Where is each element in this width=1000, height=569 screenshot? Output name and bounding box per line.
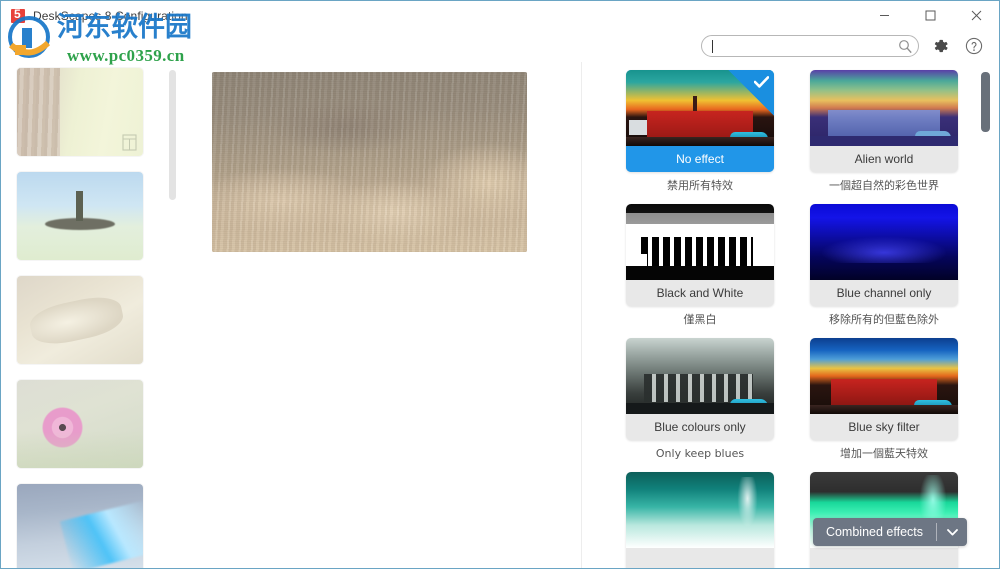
close-icon — [971, 10, 981, 21]
search-icon[interactable] — [896, 39, 914, 54]
wallpaper-thumb-windows-blue-light[interactable] — [17, 484, 143, 568]
combined-effects-label[interactable]: Combined effects — [813, 518, 936, 546]
sand-dune-preview[interactable] — [212, 72, 527, 252]
document-badge-icon — [122, 134, 137, 151]
effects-scrollbar-thumb[interactable] — [981, 72, 990, 132]
effect-cell-blue-sky-filter: Blue sky filter 增加一個藍天特效 — [810, 338, 958, 461]
effect-label: Blue channel only — [810, 280, 958, 306]
effect-tile-blue-channel-only[interactable]: Blue channel only — [810, 204, 958, 306]
deskscapes-icon — [10, 7, 26, 24]
effect-thumbnail-alien-world — [810, 70, 958, 146]
minimize-icon — [879, 15, 889, 16]
effect-label — [626, 548, 774, 568]
gear-icon — [934, 39, 948, 53]
effect-cell-blue-colours-only: Blue colours only Only keep blues — [626, 338, 774, 461]
help-button[interactable] — [961, 33, 987, 59]
wallpaper-thumb-floating-island-tree[interactable] — [17, 172, 143, 260]
effect-thumbnail-blue-colours-only — [626, 338, 774, 414]
effect-description: 僅黑白 — [683, 313, 717, 326]
wallpaper-thumb-pink-daisy[interactable] — [17, 380, 143, 468]
title-bar: DeskScapes 8 Configuration — [1, 1, 999, 30]
minimize-button[interactable] — [861, 1, 907, 30]
effect-description: 一個超自然的彩色世界 — [829, 179, 939, 192]
main-body: No effect 禁用所有特效 Alien world 一個超自然的彩色世界 — [1, 62, 999, 568]
effects-panel: No effect 禁用所有特效 Alien world 一個超自然的彩色世界 — [582, 62, 999, 568]
sidebar-scrollbar-thumb[interactable] — [169, 70, 176, 200]
preview-pane — [184, 62, 582, 568]
effect-cell-blue-channel-only: Blue channel only 移除所有的但藍色除外 — [810, 204, 958, 327]
effect-description: Only keep blues — [655, 447, 745, 460]
help-icon — [965, 37, 983, 55]
effects-grid: No effect 禁用所有特效 Alien world 一個超自然的彩色世界 — [582, 70, 999, 568]
effect-thumbnail-blue-sky-filter — [810, 338, 958, 414]
effect-label: No effect — [626, 146, 774, 172]
search-input[interactable] — [713, 39, 896, 53]
chevron-down-icon — [946, 528, 958, 535]
effect-label: Alien world — [810, 146, 958, 172]
effect-thumbnail-partial-left — [626, 472, 774, 548]
effect-cell-black-and-white: Black and White 僅黑白 — [626, 204, 774, 327]
effect-cell-no-effect: No effect 禁用所有特效 — [626, 70, 774, 193]
wallpaper-thumb-dry-grass[interactable] — [17, 276, 143, 364]
effect-tile-black-and-white[interactable]: Black and White — [626, 204, 774, 306]
selected-ribbon — [728, 70, 774, 116]
effect-tile-no-effect[interactable]: No effect — [626, 70, 774, 172]
effect-thumbnail-black-and-white — [626, 204, 774, 280]
effect-tile-alien-world[interactable]: Alien world — [810, 70, 958, 172]
close-button[interactable] — [953, 1, 999, 30]
combined-effects-dropdown[interactable]: Combined effects — [812, 518, 967, 546]
preview-grain-overlay — [212, 72, 527, 252]
deskscapes-window: DeskScapes 8 Configuration — [0, 0, 1000, 569]
maximize-icon — [925, 10, 935, 21]
maximize-button[interactable] — [907, 1, 953, 30]
wallpaper-thumb-bark-and-leaves[interactable] — [17, 68, 143, 156]
dropdown-toggle[interactable] — [937, 518, 967, 546]
effect-label: Blue colours only — [626, 414, 774, 440]
sidebar-scrollbar[interactable] — [169, 70, 176, 550]
toolbar — [1, 30, 999, 62]
effect-cell-alien-world: Alien world 一個超自然的彩色世界 — [810, 70, 958, 193]
effect-tile-blue-colours-only[interactable]: Blue colours only — [626, 338, 774, 440]
effect-cell-partial-left — [626, 472, 774, 568]
wallpaper-sidebar — [1, 62, 184, 568]
effect-description: 禁用所有特效 — [667, 179, 733, 192]
wallpaper-thumbnail-list — [1, 68, 184, 568]
effect-tile-blue-sky-filter[interactable]: Blue sky filter — [810, 338, 958, 440]
window-controls — [861, 1, 999, 30]
effect-label: Blue sky filter — [810, 414, 958, 440]
settings-button[interactable] — [927, 33, 953, 59]
search-box[interactable] — [701, 35, 919, 57]
effect-tile-partial-left[interactable] — [626, 472, 774, 568]
effect-description: 增加一個藍天特效 — [840, 447, 928, 460]
checkmark-icon — [754, 76, 769, 88]
effect-thumbnail-blue-channel-only — [810, 204, 958, 280]
effects-scrollbar[interactable] — [981, 72, 990, 562]
effect-label — [810, 548, 958, 568]
effect-label: Black and White — [626, 280, 774, 306]
window-title: DeskScapes 8 Configuration — [33, 8, 188, 23]
effect-description: 移除所有的但藍色除外 — [829, 313, 939, 326]
